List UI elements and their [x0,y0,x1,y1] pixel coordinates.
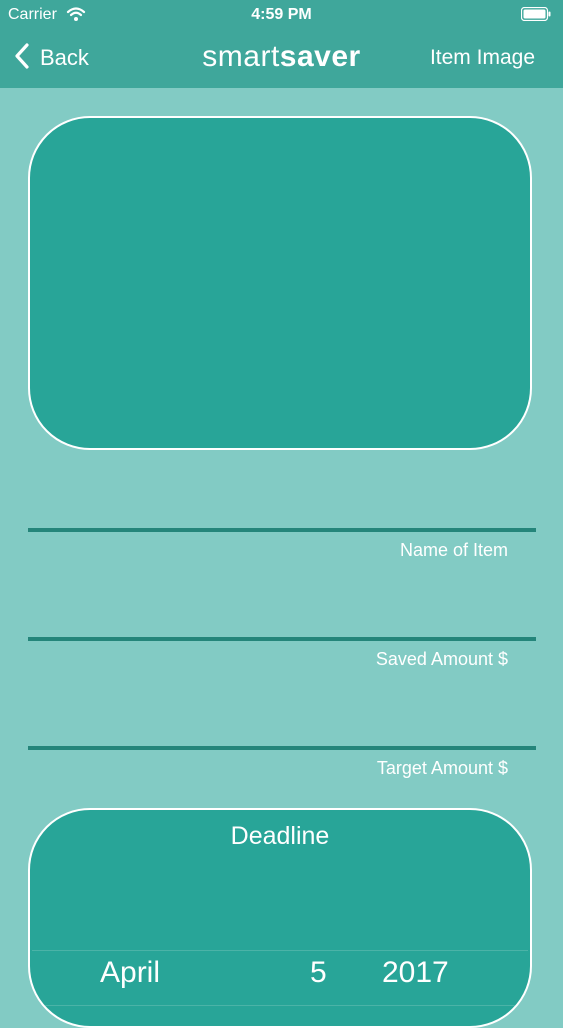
target-amount-label: Target Amount $ [376,758,508,778]
field-underline [28,637,536,641]
saved-amount-field: Saved Amount $ [28,585,540,669]
name-of-item-input[interactable] [28,476,540,526]
deadline-card: Deadline April 5 2017 [28,808,532,1028]
item-image-button[interactable]: Item Image [430,46,535,70]
deadline-title: Deadline [230,822,330,850]
picker-year[interactable]: 2017 [382,956,449,990]
target-amount-field: Target Amount $ [28,694,540,778]
app-title-bold: saver [279,40,361,73]
field-underline [28,528,536,532]
picker-day[interactable]: 5 [310,956,327,990]
clock-time: 4:59 PM [251,6,312,23]
saved-amount-input[interactable] [28,585,540,635]
name-of-item-field: Name of Item [28,476,540,560]
battery-icon [520,6,551,22]
app-title-light: smart [202,40,280,73]
field-underline [28,746,536,750]
name-of-item-label: Name of Item [399,540,508,560]
navigation-bar: Back smartsaver Item Image [0,30,563,88]
item-image-area[interactable] [28,116,532,450]
status-bar: Carrier 4:59 PM [0,0,563,30]
target-amount-input[interactable] [28,694,540,744]
saved-amount-label: Saved Amount $ [375,649,508,669]
picker-month[interactable]: April [100,956,160,990]
